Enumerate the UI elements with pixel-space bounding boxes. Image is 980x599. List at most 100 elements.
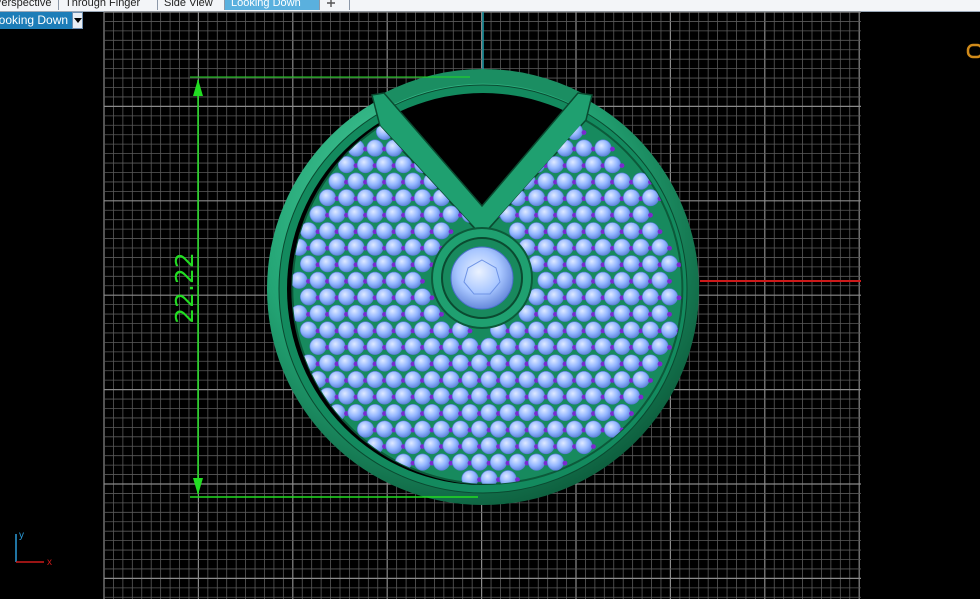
pave-stone [309,304,327,322]
pave-stone [394,255,412,273]
pave-stone [480,370,498,388]
pave-stone [632,238,650,256]
pave-stone [451,420,469,438]
viewport-canvas[interactable]: 22.22 y x [0,0,980,599]
pave-stone [613,271,631,289]
pave-stone [556,370,574,388]
pave-stone [385,304,403,322]
pave-stone [318,354,336,372]
prong [657,229,663,235]
prong [676,295,682,301]
prong [667,345,672,350]
pave-stone [660,288,678,306]
pave-stone [603,189,621,207]
pave-stone [347,271,365,289]
pave-stone [651,304,669,322]
pave-stone [337,387,355,405]
pave-stone [299,288,317,306]
pave-stone [366,370,384,388]
pave-stone [470,387,488,405]
pave-stone [480,437,498,455]
pave-stone [404,271,422,289]
pave-stone [575,172,593,190]
pave-stone [347,238,365,256]
pave-stone [394,222,412,240]
pave-stone [584,189,602,207]
pave-stone [660,255,678,273]
pave-stone [423,337,441,355]
pave-stone [641,222,659,240]
pave-stone [480,337,498,355]
pave-stone [299,255,317,273]
pave-stone [470,420,488,438]
pave-stone [375,420,393,438]
pave-stone [328,304,346,322]
axis-indicator: y x [15,530,52,568]
pave-stone [556,205,574,223]
pave-stone [613,404,631,422]
pave-stone [470,453,488,471]
pave-stone [318,321,336,339]
pave-stone [594,172,612,190]
pave-stone [556,337,574,355]
pave-stone [594,337,612,355]
pave-stone [651,271,669,289]
prong [667,311,672,317]
prong [657,361,663,367]
pave-stone [432,222,450,240]
pave-stone [328,370,346,388]
pave-stone [347,337,365,355]
pave-stone [499,370,517,388]
pave-stone [299,321,317,339]
pave-stone [565,420,583,438]
pave-stone [546,453,564,471]
pave-stone [594,370,612,388]
prong [610,146,615,152]
prong [420,278,425,284]
pave-stone [337,354,355,372]
pave-stone [594,205,612,223]
pave-stone [480,404,498,422]
pave-stone [375,222,393,240]
pave-stone [632,304,650,322]
pave-stone [641,288,659,306]
prong [619,163,625,168]
pave-stone [537,370,555,388]
pave-stone [508,420,526,438]
pave-stone [603,387,621,405]
pave-stone [603,156,621,174]
pave-stone [413,420,431,438]
pave-stone [328,238,346,256]
prong [562,460,568,466]
pave-stone [622,255,640,273]
pave-stone [613,337,631,355]
pave-stone [508,354,526,372]
pave-stone [622,288,640,306]
pave-stone [518,370,536,388]
pave-stone [499,337,517,355]
pave-stone [356,156,374,174]
pave-stone [309,238,327,256]
pave-stone [394,321,412,339]
pave-stone [394,354,412,372]
pave-stone [546,420,564,438]
pave-stone [584,255,602,273]
pave-stone [375,156,393,174]
prong [439,311,444,317]
prong [581,130,587,135]
pave-stone [622,354,640,372]
pave-stone [442,370,460,388]
prong [648,212,653,218]
pave-stone [537,238,555,256]
pave-stone [385,404,403,422]
pave-stone [499,404,517,422]
prong [467,328,473,334]
pave-stone [413,255,431,273]
pave-stone [489,387,507,405]
pave-stone [518,437,536,455]
pave-stone [565,156,583,174]
pave-stone [546,321,564,339]
pave-stone [575,404,593,422]
pave-stone [328,172,346,190]
pave-stone [413,453,431,471]
